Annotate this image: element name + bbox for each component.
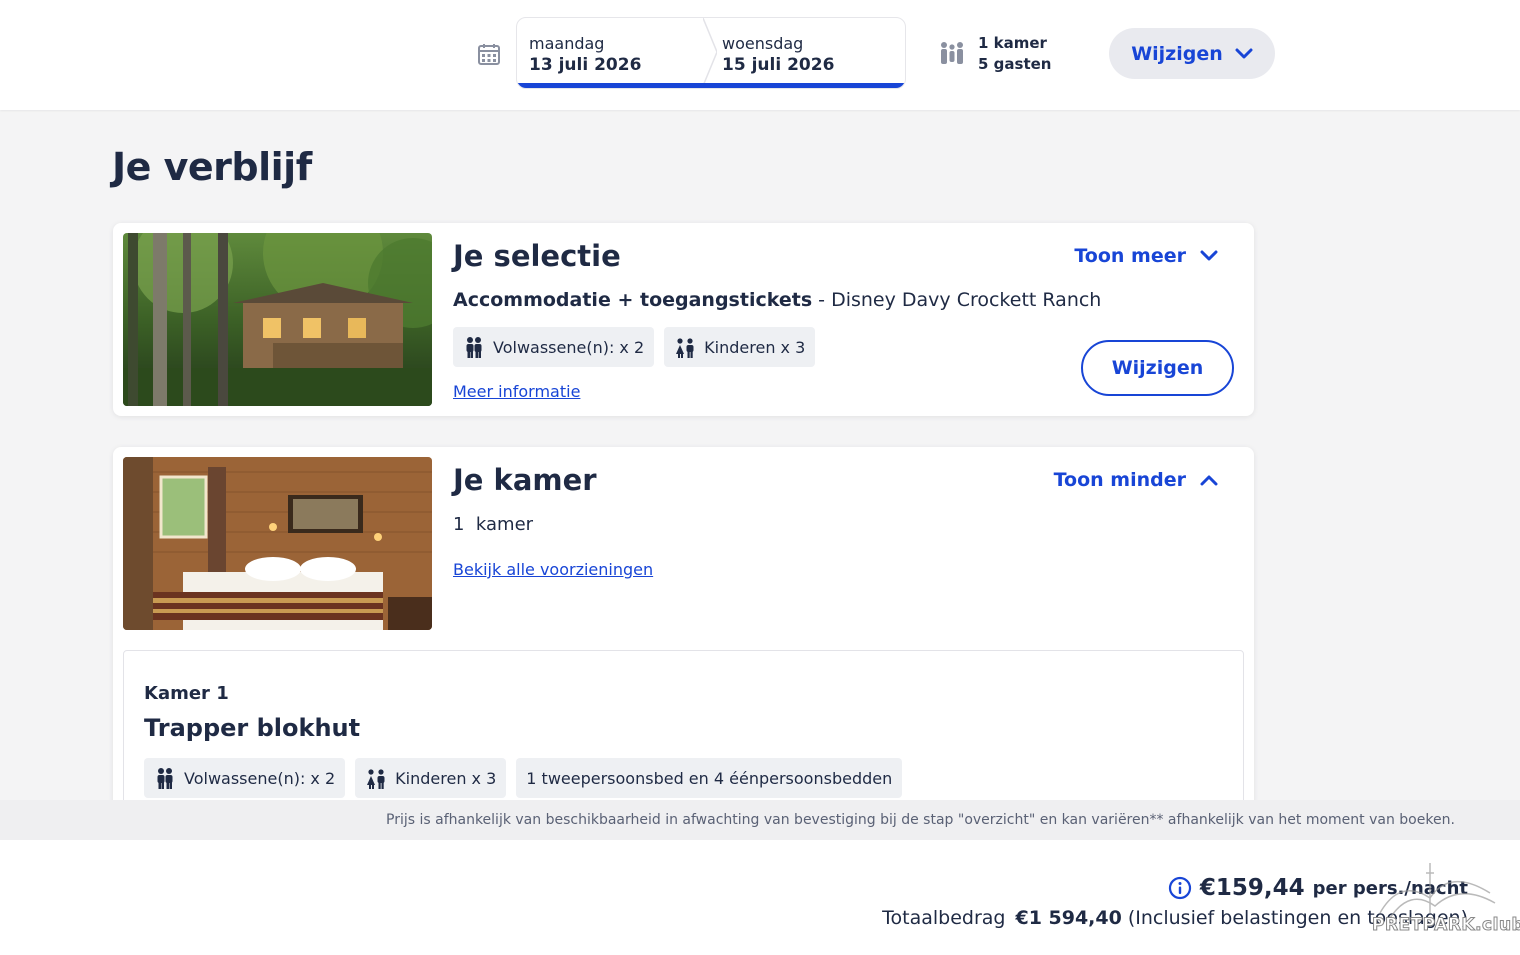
check-in-date[interactable]: maandag 13 juli 2026: [529, 34, 641, 76]
room-type-name: Trapper blokhut: [144, 714, 361, 742]
check-out-day: woensdag: [722, 34, 804, 53]
date-range-underline: [517, 83, 905, 88]
package-description: Accommodatie + toegangstickets - Disney …: [453, 289, 1101, 311]
price-notice: Prijs is afhankelijk van beschikbaarheid…: [0, 800, 1520, 840]
top-bar: maandag 13 juli 2026 woensdag 15 juli 20…: [0, 0, 1520, 110]
toggle-show-less[interactable]: Toon minder: [1054, 469, 1218, 491]
selection-guest-chips: Volwassene(n): x 2 Kinderen x 3: [453, 327, 816, 367]
children-chip-label: Kinderen x 3: [704, 337, 806, 357]
children-icon: [367, 769, 385, 789]
check-in-day: maandag: [529, 34, 605, 53]
date-range-picker[interactable]: maandag 13 juli 2026 woensdag 15 juli 20…: [516, 17, 906, 89]
room-card: Je kamer Toon minder 1 kamer Bekijk alle…: [113, 447, 1254, 850]
calendar-icon: [478, 44, 500, 65]
edit-search-button[interactable]: Wijzigen: [1109, 28, 1275, 79]
toggle-show-more-label: Toon meer: [1074, 245, 1186, 267]
hotel-name: Disney Davy Crockett Ranch: [831, 289, 1102, 311]
adults-icon: [157, 768, 173, 789]
beds-chip: 1 tweepersoonsbed en 4 éénpersoonsbedden: [516, 758, 903, 798]
check-out-date[interactable]: woensdag 15 juli 2026: [722, 34, 834, 76]
check-in-date-value: 13 juli 2026: [529, 55, 642, 75]
total-label: Totaalbedrag: [882, 907, 1006, 929]
room-section-title: Je kamer: [453, 463, 597, 497]
adults-chip: Volwassene(n): x 2: [453, 327, 655, 367]
edit-selection-button[interactable]: Wijzigen: [1081, 340, 1234, 396]
chevron-down-icon: [1235, 48, 1253, 58]
room-children-chip: Kinderen x 3: [355, 758, 507, 798]
package-separator: -: [812, 289, 832, 311]
info-icon[interactable]: [1168, 876, 1192, 900]
cabin-exterior-photo: [123, 233, 432, 406]
room-chips: Volwassene(n): x 2 Kinderen x 3 1 tweepe…: [144, 758, 903, 798]
room-adults-chip: Volwassene(n): x 2: [144, 758, 346, 798]
room-children-label: Kinderen x 3: [395, 768, 497, 788]
beds-chip-label: 1 tweepersoonsbed en 4 éénpersoonsbedden: [526, 768, 893, 788]
chevron-up-icon: [1200, 475, 1218, 486]
adults-icon: [466, 337, 482, 358]
chevron-down-icon: [1200, 250, 1218, 261]
room-number-label: Kamer 1: [144, 683, 229, 704]
room-count-number: 1: [453, 514, 465, 535]
toggle-show-more[interactable]: Toon meer: [1074, 245, 1218, 267]
guests-summary: 1 kamer 5 gasten: [978, 33, 1051, 75]
price-footer: €159,44 per pers./nacht Totaalbedrag €1 5…: [0, 840, 1520, 955]
selection-card: Je selectie Toon meer Accommodatie + toe…: [113, 223, 1254, 416]
children-chip: Kinderen x 3: [664, 327, 816, 367]
guests-count: 5 gasten: [978, 55, 1052, 73]
edit-search-label: Wijzigen: [1131, 42, 1223, 65]
price-value: €159,44: [1199, 875, 1305, 901]
room-count: 1 kamer: [453, 514, 533, 535]
room-count-unit: kamer: [475, 514, 534, 535]
total-value: €1 594,40: [1015, 907, 1122, 929]
check-out-date-value: 15 juli 2026: [722, 55, 835, 75]
bedroom-photo: [123, 457, 432, 630]
adults-chip-label: Volwassene(n): x 2: [493, 337, 645, 357]
watermark-text: PRETPARK.club: [1371, 915, 1520, 936]
page-title: Je verblijf: [112, 145, 312, 189]
view-amenities-link[interactable]: Bekijk alle voorzieningen: [453, 560, 653, 579]
date-separator-icon: [703, 18, 717, 86]
package-type: Accommodatie + toegangstickets: [453, 289, 813, 311]
room-adults-label: Volwassene(n): x 2: [184, 768, 336, 788]
more-info-link[interactable]: Meer informatie: [453, 382, 580, 401]
children-icon: [676, 338, 694, 358]
rooms-count: 1 kamer: [978, 34, 1047, 52]
selection-title: Je selectie: [453, 239, 621, 273]
toggle-show-less-label: Toon minder: [1053, 469, 1186, 491]
guests-icon: [941, 42, 963, 64]
